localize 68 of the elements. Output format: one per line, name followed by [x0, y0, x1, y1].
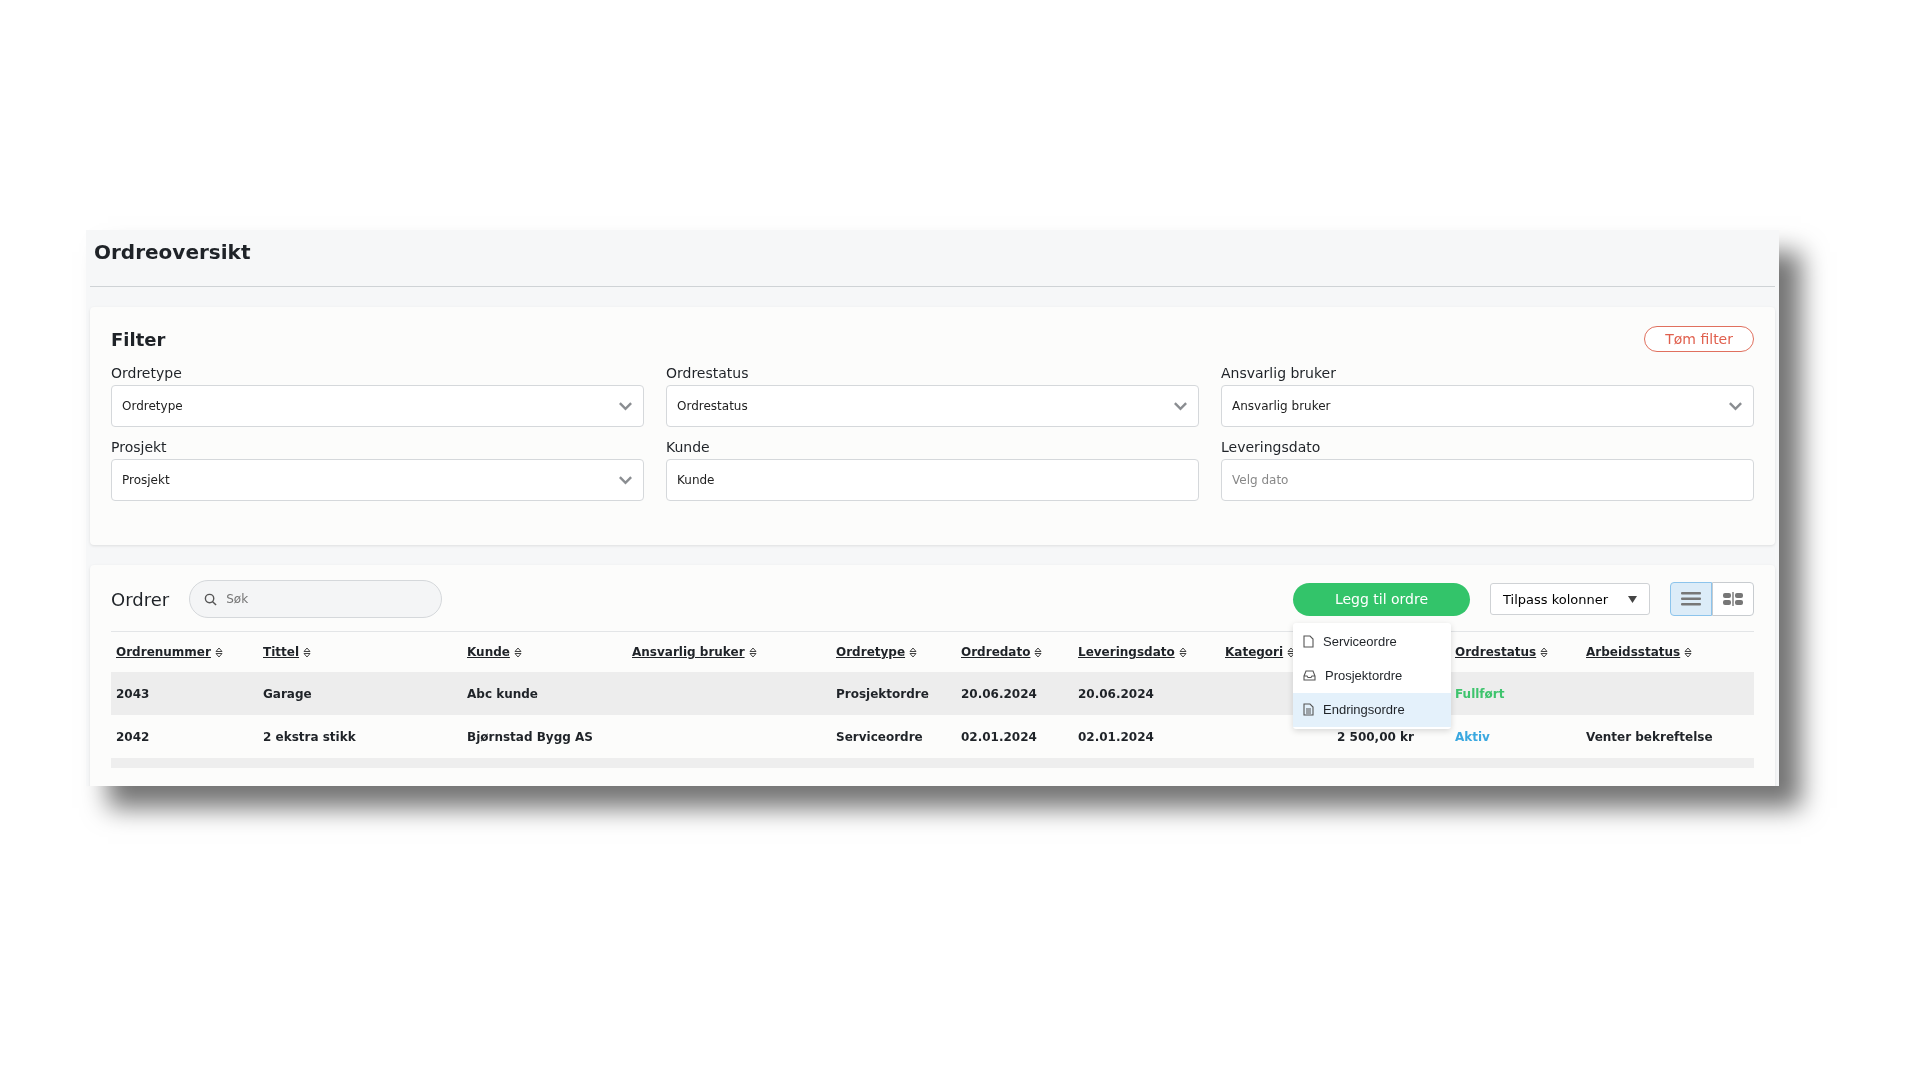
select-field[interactable]: Prosjekt: [111, 459, 644, 501]
clear-filter-button[interactable]: Tøm filter: [1644, 326, 1754, 352]
field-label: Kunde: [666, 439, 711, 455]
chevron-down-icon: [1728, 401, 1743, 411]
customize-columns-dropdown[interactable]: Tilpass kolonner: [1490, 583, 1650, 615]
page-title: Ordreoversikt: [93, 239, 252, 266]
document-icon: [1303, 635, 1314, 648]
table-cell: 02.01.2024: [961, 729, 1037, 744]
list-icon: [1681, 592, 1701, 606]
table-cell: 02.01.2024: [1078, 729, 1154, 744]
list-view-button[interactable]: [1670, 582, 1712, 616]
sort-icon: [1540, 646, 1549, 658]
table-cell: 2043: [116, 686, 150, 701]
chevron-down-icon: [1173, 401, 1188, 411]
sort-icon: [909, 646, 918, 658]
status-text: Aktiv: [1455, 729, 1490, 744]
select-field[interactable]: Ordretype: [111, 385, 644, 427]
input-field[interactable]: Kunde: [666, 459, 1199, 501]
field-label: Leveringsdato: [1221, 439, 1322, 455]
menu-item[interactable]: Serviceordre: [1293, 624, 1451, 659]
chevron-down-icon: [618, 475, 633, 485]
chevron-down-icon: [618, 401, 633, 411]
field-label: Ordrestatus: [666, 365, 750, 381]
column-header[interactable]: Ordretype: [836, 645, 918, 659]
table-cell: Bjørnstad Bygg AS: [467, 729, 593, 744]
column-header[interactable]: Ansvarlig bruker: [632, 645, 757, 659]
status-text: Fullført: [1455, 686, 1505, 701]
inbox-tray-icon: [1303, 670, 1316, 681]
column-header[interactable]: Kunde: [467, 645, 522, 659]
sort-icon: [1178, 646, 1187, 658]
table-cell: 2042: [116, 729, 150, 744]
sort-icon: [214, 646, 223, 658]
column-header[interactable]: Ordrestatus: [1455, 645, 1549, 659]
split-view-button[interactable]: [1712, 582, 1754, 616]
sort-icon: [748, 646, 757, 658]
table-cell: Venter bekreftelse: [1586, 729, 1713, 744]
caret-icon: [1628, 595, 1637, 603]
table-cell: Garage: [263, 686, 312, 701]
column-header[interactable]: Arbeidsstatus: [1586, 645, 1693, 659]
field-label: Ansvarlig bruker: [1221, 365, 1337, 381]
sort-icon: [513, 646, 522, 658]
column-header[interactable]: Tittel: [263, 645, 312, 659]
table-cell: 2 500,00 kr: [1337, 729, 1414, 744]
sort-icon: [303, 646, 312, 658]
sort-icon: [1287, 646, 1296, 658]
field-label: Prosjekt: [111, 439, 168, 455]
column-header[interactable]: Leveringsdato: [1078, 645, 1187, 659]
orders-title: Ordrer: [111, 588, 170, 610]
field-label: Ordretype: [111, 365, 183, 381]
date-field[interactable]: Velg dato: [1221, 459, 1754, 501]
columns-icon: [1723, 592, 1743, 606]
column-header[interactable]: Kategori: [1225, 645, 1296, 659]
menu-item[interactable]: Endringsordre: [1293, 692, 1451, 727]
select-field[interactable]: Ordrestatus: [666, 385, 1199, 427]
table-cell: Prosjektordre: [836, 686, 929, 701]
search-field[interactable]: Søk: [189, 580, 443, 618]
document-lines-icon: [1303, 703, 1314, 716]
column-header[interactable]: Ordredato: [961, 645, 1043, 659]
table-cell: 2 ekstra stikk: [263, 729, 356, 744]
table-cell: 20.06.2024: [961, 686, 1037, 701]
sort-icon: [1034, 646, 1043, 658]
filter-title: Filter: [111, 328, 166, 350]
table-cell: 20.06.2024: [1078, 686, 1154, 701]
table-cell: Serviceordre: [836, 729, 923, 744]
select-field[interactable]: Ansvarlig bruker: [1221, 385, 1754, 427]
sort-icon: [1684, 646, 1693, 658]
column-header[interactable]: Ordrenummer: [116, 645, 223, 659]
table-cell: Abc kunde: [467, 686, 538, 701]
